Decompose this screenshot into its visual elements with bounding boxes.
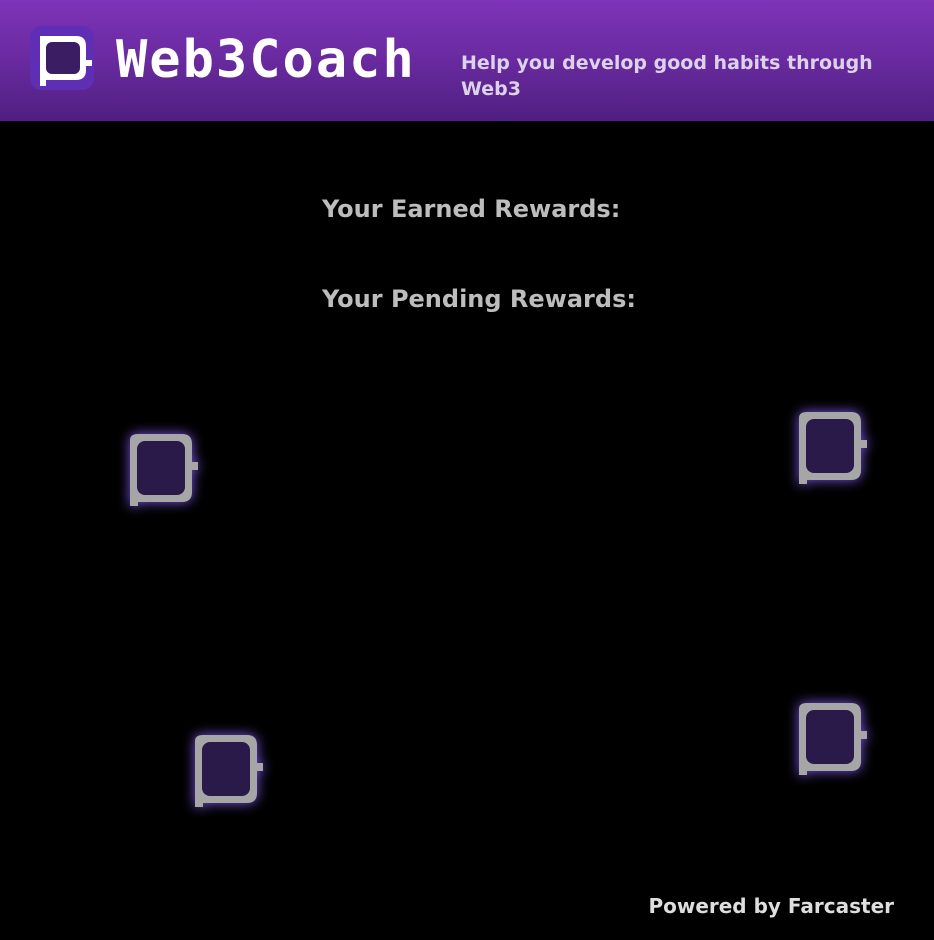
logo-icon	[30, 26, 94, 90]
pending-rewards-label: Your Pending Rewards:	[322, 285, 636, 313]
frame-page: Web3Coach Help you develop good habits t…	[0, 0, 934, 940]
brand-tagline: Help you develop good habits through Web…	[461, 52, 873, 100]
decorative-logo-icon	[124, 430, 200, 510]
decorative-logo-icon	[793, 699, 869, 779]
decorative-logo-icon	[189, 731, 265, 811]
earned-rewards-label: Your Earned Rewards:	[322, 195, 621, 223]
powered-by-label: Powered by Farcaster	[648, 894, 894, 918]
brand-title: Web3Coach	[116, 30, 416, 90]
decorative-logo-icon	[793, 408, 869, 488]
header-banner: Web3Coach Help you develop good habits t…	[0, 0, 934, 121]
